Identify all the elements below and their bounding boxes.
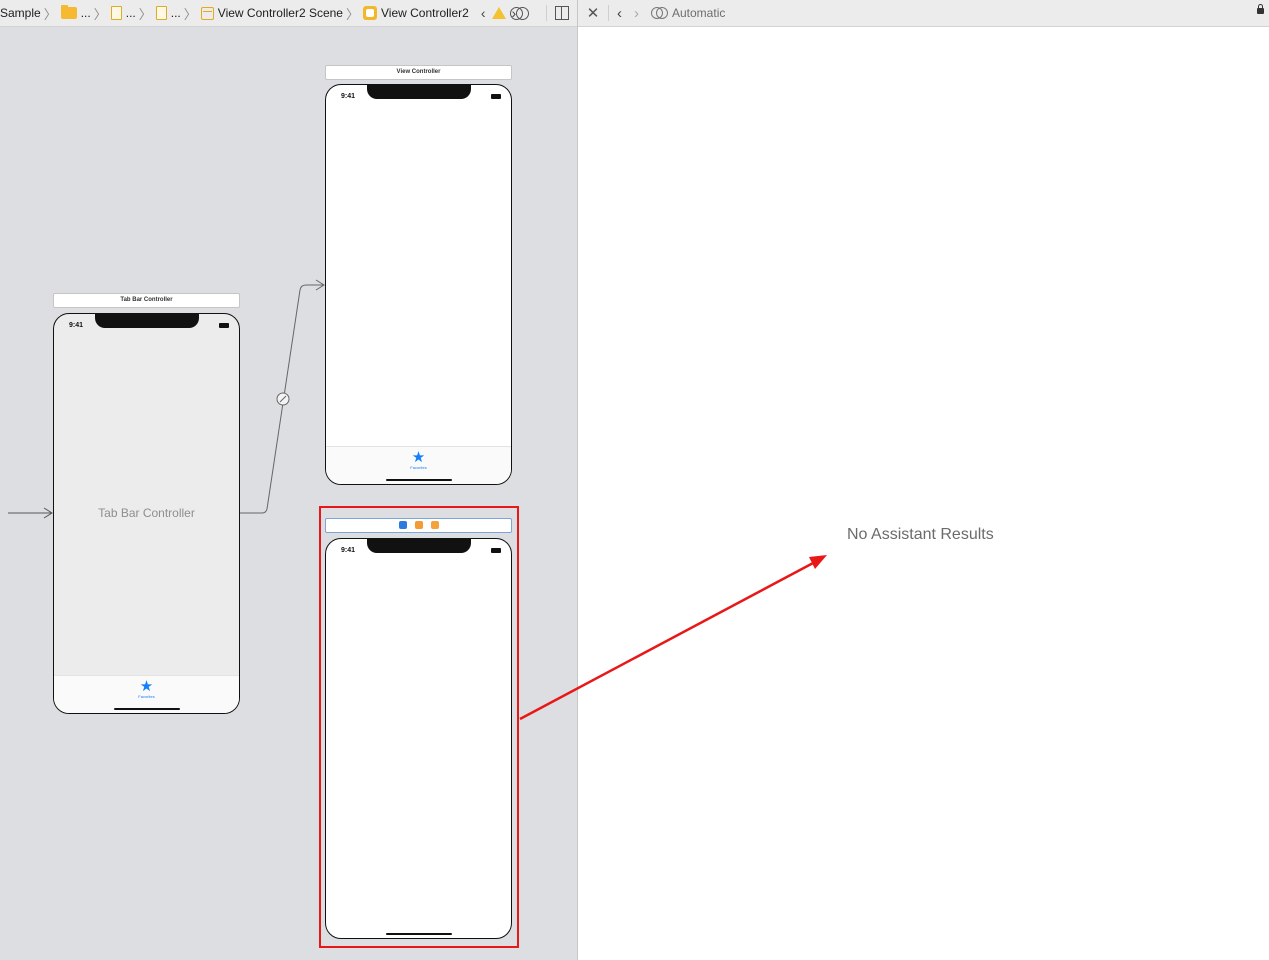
assistant-mode-selector[interactable]: Automatic bbox=[672, 6, 725, 20]
view-controller-icon bbox=[363, 6, 377, 20]
tab-bar-controller-scene[interactable]: 9:41 Tab Bar Controller ★ Favorites bbox=[53, 313, 240, 714]
status-time: 9:41 bbox=[69, 322, 84, 329]
chevron-right-icon: 〉 bbox=[138, 6, 152, 22]
star-icon[interactable]: ★ bbox=[140, 679, 153, 694]
breadcrumb-project[interactable]: Sample bbox=[0, 0, 41, 26]
warning-icon[interactable] bbox=[491, 7, 506, 19]
home-indicator bbox=[385, 479, 452, 481]
breadcrumb-controller-label: View Controller2 bbox=[381, 6, 469, 20]
no-assistant-results: No Assistant Results bbox=[847, 526, 994, 543]
breadcrumb-group-label: ... bbox=[80, 6, 91, 20]
assistant-editor: ✕ ‹ › Automatic No Assistant Results bbox=[578, 0, 1269, 960]
toolbar-separator bbox=[608, 5, 609, 21]
close-editor-icon[interactable]: ✕ bbox=[586, 4, 600, 22]
storyboard-canvas[interactable]: Tab Bar Controller 9:41 Tab Bar Controll… bbox=[0, 0, 577, 960]
file-icon bbox=[110, 6, 122, 20]
first-responder-icon[interactable] bbox=[414, 521, 423, 529]
device-notch bbox=[366, 539, 471, 553]
assistant-jump-bar: ✕ ‹ › Automatic bbox=[578, 0, 1269, 27]
home-indicator bbox=[385, 933, 452, 935]
tab-bar-controller-title[interactable]: Tab Bar Controller bbox=[53, 293, 240, 308]
battery-icon bbox=[491, 94, 501, 99]
breadcrumb-controller[interactable]: View Controller2 bbox=[363, 0, 469, 26]
chevron-right-icon: 〉 bbox=[43, 6, 57, 22]
tab-item-label: Favorites bbox=[138, 694, 155, 699]
breadcrumb-scene-label: View Controller2 Scene bbox=[217, 6, 343, 20]
link-icon[interactable] bbox=[510, 7, 529, 20]
breadcrumb-storyboard[interactable]: ... bbox=[155, 0, 181, 26]
breadcrumb-file[interactable]: ... bbox=[110, 0, 136, 26]
view-controller-scene[interactable]: 9:41 ★ Favorites bbox=[325, 84, 512, 485]
breadcrumb-file-label: ... bbox=[125, 6, 136, 20]
status-time: 9:41 bbox=[341, 93, 356, 100]
toolbar-separator bbox=[546, 5, 547, 21]
chevron-right-icon: 〉 bbox=[93, 6, 107, 22]
relationship-segue-icon[interactable] bbox=[276, 392, 290, 406]
battery-icon bbox=[219, 323, 229, 328]
device-notch bbox=[366, 85, 471, 99]
previous-issue-button[interactable]: ‹ bbox=[481, 5, 486, 21]
chevron-right-icon: 〉 bbox=[345, 6, 359, 22]
editor-jump-bar: Sample 〉 ... 〉 ... 〉 ... 〉 View Controll… bbox=[0, 0, 577, 27]
scene-dock bbox=[326, 521, 511, 529]
exit-icon[interactable] bbox=[430, 521, 439, 529]
chevron-right-icon: 〉 bbox=[183, 6, 197, 22]
status-time: 9:41 bbox=[341, 547, 356, 554]
view-controller2-scene[interactable]: 9:41 bbox=[325, 538, 512, 939]
breadcrumb-project-label: Sample bbox=[0, 6, 41, 20]
storyboard-file-icon bbox=[155, 6, 167, 20]
breadcrumb-storyboard-label: ... bbox=[170, 6, 181, 20]
device-notch bbox=[94, 314, 199, 328]
star-icon[interactable]: ★ bbox=[412, 450, 425, 465]
view-controller-icon[interactable] bbox=[398, 521, 407, 529]
breadcrumb-group[interactable]: ... bbox=[60, 0, 91, 26]
lock-icon[interactable] bbox=[1257, 4, 1264, 14]
tab-item-label: Favorites bbox=[410, 465, 427, 470]
breadcrumb-scene[interactable]: View Controller2 Scene bbox=[200, 0, 343, 26]
tab-bar-controller-label: Tab Bar Controller bbox=[98, 506, 195, 520]
battery-icon bbox=[491, 548, 501, 553]
home-indicator bbox=[113, 708, 180, 710]
view-controller-title[interactable]: View Controller bbox=[325, 65, 512, 80]
link-icon bbox=[651, 7, 668, 19]
add-editor-icon[interactable] bbox=[555, 6, 569, 20]
back-button[interactable]: ‹ bbox=[617, 5, 622, 22]
folder-icon bbox=[60, 5, 77, 19]
scene-icon bbox=[200, 6, 214, 20]
forward-button[interactable]: › bbox=[634, 5, 639, 22]
view-controller2-title-bar[interactable] bbox=[325, 518, 512, 533]
